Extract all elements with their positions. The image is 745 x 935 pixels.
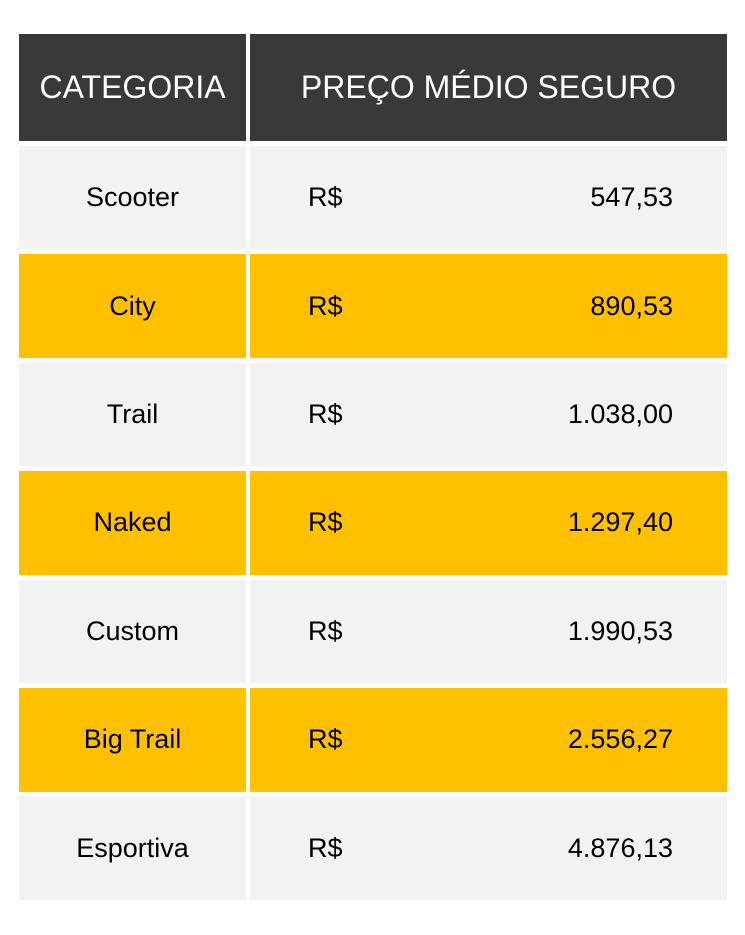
table-row: Trail R$ 1.038,00 [19,362,727,467]
currency-symbol: R$ [308,399,343,430]
currency-symbol: R$ [308,832,343,863]
amount-value: 890,53 [590,290,673,321]
currency-symbol: R$ [308,724,343,755]
cell-preco: R$ 4.876,13 [250,796,727,900]
cell-categoria: Trail [19,362,246,467]
table-row: Esportiva R$ 4.876,13 [19,796,727,900]
table-header-row: CATEGORIA PREÇO MÉDIO SEGURO [19,34,727,141]
column-header-categoria: CATEGORIA [19,34,246,141]
amount-value: 2.556,27 [567,724,673,755]
amount-value: 1.297,40 [567,507,673,538]
cell-categoria: Scooter [19,146,246,250]
table-row: Scooter R$ 547,53 [19,146,727,250]
table-row: Custom R$ 1.990,53 [19,579,727,684]
cell-categoria: Big Trail [19,688,246,792]
cell-preco: R$ 1.038,00 [250,362,727,467]
cell-preco: R$ 1.990,53 [250,579,727,684]
table-row: Big Trail R$ 2.556,27 [19,688,727,792]
cell-preco: R$ 547,53 [250,146,727,250]
currency-symbol: R$ [308,615,343,646]
cell-categoria: Custom [19,579,246,684]
currency-symbol: R$ [308,182,343,213]
cell-categoria: Esportiva [19,796,246,900]
cell-categoria: City [19,254,246,358]
cell-preco: R$ 890,53 [250,254,727,358]
amount-value: 1.038,00 [567,399,673,430]
price-table: CATEGORIA PREÇO MÉDIO SEGURO Scooter R$ … [19,34,727,900]
currency-symbol: R$ [308,290,343,321]
table-row: City R$ 890,53 [19,254,727,358]
currency-symbol: R$ [308,507,343,538]
amount-value: 4.876,13 [567,832,673,863]
table-row: Naked R$ 1.297,40 [19,471,727,575]
amount-value: 547,53 [590,182,673,213]
cell-preco: R$ 2.556,27 [250,688,727,792]
column-header-preco-medio-seguro: PREÇO MÉDIO SEGURO [250,34,727,141]
cell-preco: R$ 1.297,40 [250,471,727,575]
amount-value: 1.990,53 [567,615,673,646]
cell-categoria: Naked [19,471,246,575]
